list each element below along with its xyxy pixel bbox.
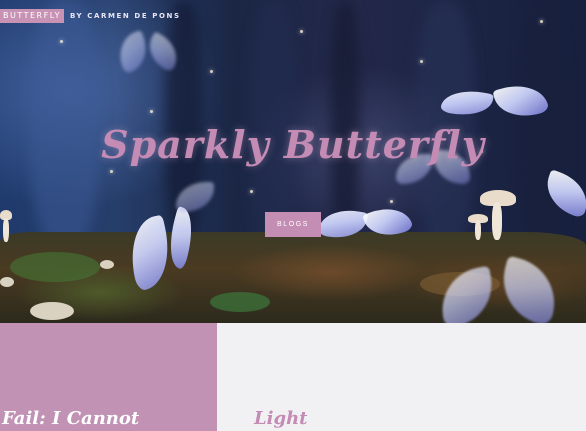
stone: [30, 302, 74, 320]
moss-patch: [10, 252, 100, 282]
butterfly: [317, 200, 414, 245]
sparkle: [540, 20, 543, 23]
hero-banner: BUTTERFLY BY CARMEN DE PONS Sparkly Butt…: [0, 0, 586, 323]
sparkle: [390, 200, 393, 203]
butterfly: [176, 182, 216, 222]
moss-patch: [210, 292, 270, 312]
sparkle: [60, 40, 63, 43]
post-card-2-title[interactable]: Light: [254, 408, 307, 429]
stone: [100, 260, 114, 269]
sparkle: [210, 70, 213, 73]
blogs-button[interactable]: BLOGS: [265, 212, 321, 237]
butterfly: [112, 24, 188, 84]
hero-title: Sparkly Butterfly: [101, 122, 485, 167]
sparkle: [110, 170, 113, 173]
sparkle: [420, 60, 423, 63]
butterfly: [539, 169, 586, 226]
mushroom: [468, 214, 490, 242]
sparkle: [300, 30, 303, 33]
brand-logo[interactable]: BUTTERFLY: [0, 9, 64, 23]
author-byline: BY CARMEN DE PONS: [69, 12, 181, 20]
mushroom: [0, 210, 14, 244]
sparkle: [150, 110, 153, 113]
sparkle: [250, 190, 253, 193]
post-card-1-title[interactable]: Fail: I Cannot: [2, 408, 139, 429]
stone: [0, 277, 14, 287]
butterfly: [440, 78, 550, 124]
site-header: BUTTERFLY BY CARMEN DE PONS: [0, 9, 181, 23]
butterfly: [435, 255, 565, 323]
